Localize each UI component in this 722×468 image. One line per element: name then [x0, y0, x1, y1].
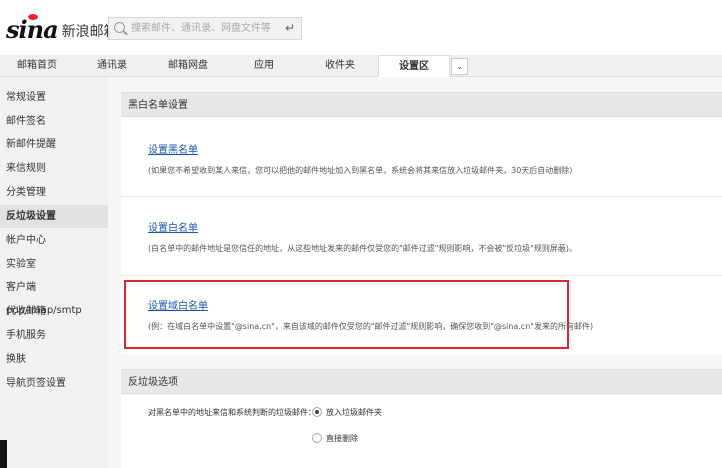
tab-contacts[interactable]: 通讯录 — [74, 55, 150, 77]
whitelist-description: (白名单中的邮件地址是您信任的地址，从这些地址发来的邮件仅受您的"邮件过滤"规则… — [148, 244, 577, 253]
tab-apps[interactable]: 应用 — [226, 55, 302, 77]
radio-delete-directly-label[interactable]: 直接删除 — [326, 433, 358, 444]
sidebar-item-mail-rules[interactable]: 来信规则 — [0, 157, 108, 180]
antispam-options-header: 反垃圾选项 — [121, 369, 722, 394]
blacklist-block: 设置黑名单 (如果您不希望收到某人来信，您可以把他的邮件地址加入到黑名单，系统会… — [121, 117, 722, 195]
sidebar-corner-mark — [0, 440, 7, 468]
sidebar-item-account-center[interactable]: 帐户中心 — [0, 229, 108, 252]
whitelist-block: 设置白名单 (白名单中的邮件地址是您信任的地址，从这些地址发来的邮件仅受您的"邮… — [121, 197, 722, 275]
sidebar-item-mobile-service[interactable]: 手机服务 — [0, 324, 108, 347]
tab-netdisk[interactable]: 邮箱网盘 — [150, 55, 226, 77]
sidebar-item-proxy-mailbox[interactable]: 代收邮箱 — [0, 300, 108, 323]
sidebar-item-nav-tabs[interactable]: 导航页签设置 — [0, 372, 108, 395]
sidebar-item-skin[interactable]: 换肤 — [0, 348, 108, 371]
antispam-option-label: 对黑名单中的地址来信和系统判断的垃圾邮件： — [148, 408, 316, 417]
blackwhite-list-header: 黑白名单设置 — [121, 92, 722, 117]
blacklist-description: (如果您不希望收到某人来信，您可以把他的邮件地址加入到黑名单，系统会将其来信放入… — [148, 166, 573, 175]
radio-move-to-spam[interactable] — [312, 407, 322, 417]
tab-mail-home[interactable]: 邮箱首页 — [0, 55, 74, 77]
sidebar-item-signature[interactable]: 邮件签名 — [0, 110, 108, 133]
sidebar-item-antispam[interactable]: 反垃圾设置 — [0, 205, 108, 228]
sidebar-item-client-protocols[interactable]: 客户端pop/imap/smtp — [0, 276, 108, 316]
set-blacklist-link[interactable]: 设置黑名单 — [148, 141, 198, 156]
settings-content: 黑白名单设置 设置黑名单 (如果您不希望收到某人来信，您可以把他的邮件地址加入到… — [108, 77, 722, 468]
search-icon — [114, 22, 125, 33]
sidebar-item-general[interactable]: 常规设置 — [0, 86, 108, 109]
search-input[interactable] — [131, 19, 281, 38]
search-box: ↵ — [108, 17, 302, 40]
antispam-options-panel: 对黑名单中的地址来信和系统判断的垃圾邮件： 放入垃圾邮件夹 直接删除 — [121, 395, 722, 468]
set-whitelist-link[interactable]: 设置白名单 — [148, 219, 198, 234]
radio-delete-directly[interactable] — [312, 433, 322, 443]
radio-move-to-spam-label[interactable]: 放入垃圾邮件夹 — [326, 407, 382, 418]
tab-settings[interactable]: 设置区 — [378, 55, 450, 78]
settings-sidebar: 常规设置 邮件签名 新邮件提醒 来信规则 分类管理 反垃圾设置 帐户中心 实验室… — [0, 77, 108, 468]
sidebar-item-categories[interactable]: 分类管理 — [0, 181, 108, 204]
logo-eye-mark — [28, 14, 38, 20]
sidebar-item-lab[interactable]: 实验室 — [0, 253, 108, 276]
enter-icon[interactable]: ↵ — [285, 21, 295, 35]
sidebar-item-new-mail-alert[interactable]: 新邮件提醒 — [0, 133, 108, 156]
main-tab-bar: 邮箱首页 通讯录 邮箱网盘 应用 收件夹 设置区 ⌄ — [0, 55, 722, 78]
red-highlight-box — [124, 280, 569, 349]
chevron-down-icon[interactable]: ⌄ — [451, 58, 468, 75]
sina-logo[interactable]: sina 新浪邮箱 — [6, 12, 118, 46]
tab-inbox[interactable]: 收件夹 — [302, 55, 378, 77]
